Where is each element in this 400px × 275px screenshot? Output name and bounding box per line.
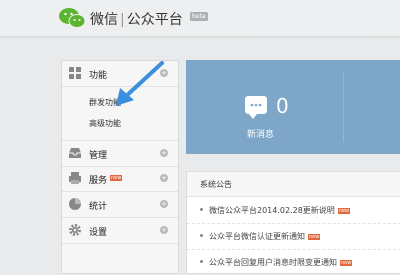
sidebar-item-label: 统计 [89, 202, 108, 212]
notice-item[interactable]: 公众平台微信认证更新通知 new [187, 223, 400, 250]
system-notices: 系统公告 微信公众平台2014.02.28更新说明 new 公众平台微信认证更新通… [186, 171, 400, 274]
brand-name: 微信 [90, 12, 118, 28]
sidebar-item-label: 服务 [89, 176, 108, 186]
sidebar-item-settings[interactable]: 设置 + [62, 218, 178, 244]
brand-title: 微信 | 公众平台 [90, 9, 183, 29]
top-bar: 微信 | 公众平台 beta [0, 0, 400, 37]
notice-link[interactable]: 公众平台回复用户消息时限变更通知 [209, 258, 337, 267]
notice-item[interactable]: 公众平台回复用户消息时限变更通知 new [187, 249, 400, 275]
new-badge: new [337, 207, 351, 214]
new-messages-count: 0 [276, 94, 289, 118]
expand-icon[interactable]: + [160, 149, 168, 157]
new-messages-card[interactable]: 0 新消息 [186, 60, 400, 154]
main-panel: 0 新消息 系统公告 微信公众平台2014.02.28更新说明 new 公众平台微… [186, 60, 400, 274]
platform-name: 公众平台 [126, 12, 183, 28]
new-badge: new [340, 259, 353, 266]
new-messages-label: 新消息 [247, 130, 275, 140]
sidebar-item-label: 设置 [89, 228, 108, 238]
sidebar-item-manage[interactable]: 管理 + [62, 140, 178, 167]
expand-icon[interactable]: + [160, 226, 168, 234]
notices-title: 系统公告 [200, 180, 232, 189]
printer-icon [69, 172, 81, 184]
expand-icon[interactable]: + [160, 200, 168, 208]
new-badge: new [308, 233, 321, 240]
bullet-icon [200, 260, 203, 263]
notice-item[interactable]: 微信公众平台2014.02.28更新说明 new [187, 197, 400, 224]
pointer-arrow-icon [116, 61, 164, 106]
grid-icon [69, 67, 81, 79]
message-dots-icon [250, 103, 262, 107]
new-badge: new [110, 175, 123, 181]
notice-link[interactable]: 公众平台微信认证更新通知 [209, 232, 305, 241]
sidebar-subitem-advanced[interactable]: 高级功能 [89, 118, 121, 129]
sidebar-item-label: 管理 [89, 151, 108, 161]
sidebar-item-services[interactable]: 服务 new + [62, 166, 178, 192]
sidebar-item-statistics[interactable]: 统计 + [62, 192, 178, 218]
header-shadow [0, 37, 400, 39]
notices-header: 系统公告 [187, 172, 400, 197]
pie-chart-icon [69, 198, 81, 210]
expand-icon[interactable]: + [160, 174, 168, 182]
brand-separator: | [120, 12, 125, 28]
card-divider [343, 72, 344, 142]
wechat-logo-icon [59, 8, 86, 28]
bullet-icon [200, 208, 203, 211]
notice-link[interactable]: 微信公众平台2014.02.28更新说明 [209, 206, 335, 215]
inbox-icon [69, 148, 81, 158]
beta-badge: beta [190, 12, 208, 21]
gear-icon [69, 224, 81, 236]
bullet-icon [200, 234, 203, 237]
